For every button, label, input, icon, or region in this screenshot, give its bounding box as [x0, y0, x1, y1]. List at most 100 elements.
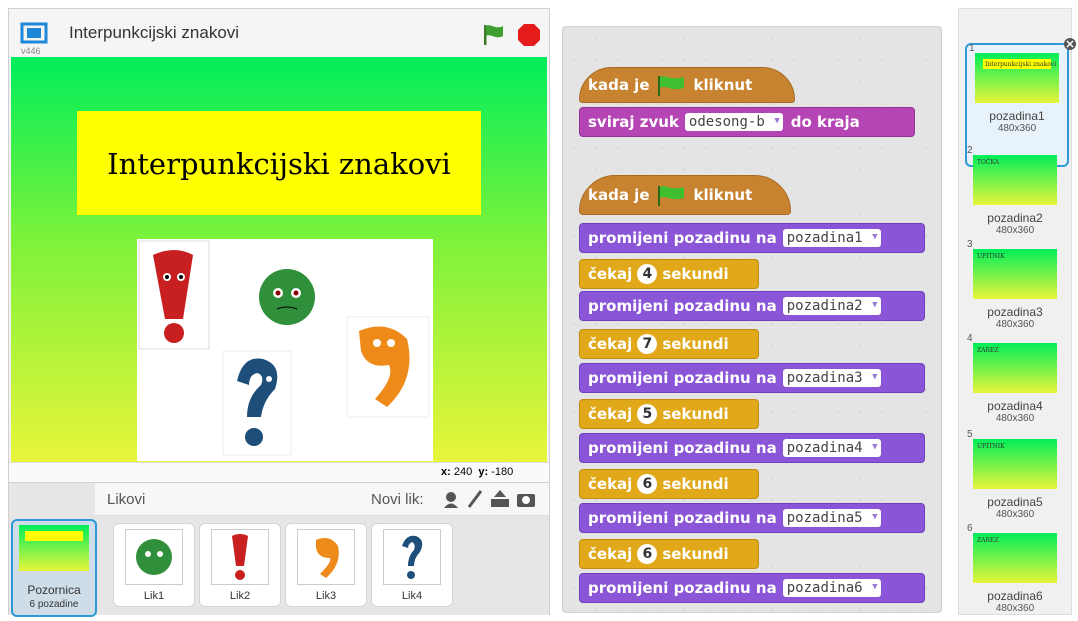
backdrop-size: 480x360 [995, 509, 1035, 520]
stage-card-sub: 6 pozadine [29, 599, 79, 610]
backdrop-dropdown[interactable]: pozadina3 [782, 369, 881, 387]
backdrop-dropdown[interactable]: pozadina2 [782, 297, 881, 315]
backdrop-index: 2 [967, 145, 973, 156]
mouse-coordinates: x: 240 y: -180 [9, 462, 549, 483]
backdrop-index: 3 [967, 239, 973, 250]
backdrop-index: 6 [967, 523, 973, 534]
stage-header: v446 Interpunkcijski znakovi [9, 9, 549, 57]
backdrop-dropdown[interactable]: pozadina6 [782, 579, 881, 597]
backdrop-thumb-text: ZAREZ [977, 347, 999, 354]
green-flag-icon[interactable] [481, 23, 507, 47]
wait-seconds-block[interactable]: čekaj 6 sekundi [579, 469, 759, 499]
backdrop-name: pozadina4 [987, 399, 1043, 413]
sprite-name: Lik4 [401, 590, 423, 602]
block-text: sekundi [662, 265, 729, 283]
green-flag-icon [657, 76, 684, 96]
backdrop-thumb: ZAREZ [973, 343, 1057, 393]
backdrop-item[interactable]: 3 UPITNIK pozadina3 480x360 [965, 239, 1065, 337]
x-value: 240 [453, 466, 473, 478]
seconds-input[interactable]: 5 [637, 404, 658, 424]
green-flag-icon [657, 186, 684, 206]
block-text: promijeni pozadinu na [588, 579, 777, 597]
seconds-input[interactable]: 6 [637, 474, 658, 494]
new-sprite-label: Novi lik: [371, 491, 424, 508]
stop-icon[interactable] [517, 23, 541, 47]
stage-canvas[interactable]: Interpunkcijski znakovi [11, 57, 547, 462]
stage-title-box: Interpunkcijski znakovi [77, 111, 481, 215]
stage-thumb-image [19, 525, 89, 571]
backdrop-item[interactable]: 4 ZAREZ pozadina4 480x360 [965, 333, 1065, 431]
block-text: čekaj [588, 335, 633, 353]
camera-icon[interactable] [515, 489, 537, 509]
paintbrush-icon[interactable] [465, 489, 485, 509]
stage-title-text: Interpunkcijski znakovi [107, 147, 451, 181]
sprite-name: Lik2 [229, 590, 251, 602]
upload-icon[interactable] [489, 489, 511, 509]
block-text: promijeni pozadinu na [588, 369, 777, 387]
paint-sprite-from-library-icon[interactable] [441, 489, 461, 509]
backdrop-size: 480x360 [995, 413, 1035, 424]
sound-dropdown[interactable]: odesong-b [684, 113, 783, 131]
backdrop-size: 480x360 [995, 319, 1035, 330]
backdrop-name: pozadina6 [987, 589, 1043, 603]
block-text: promijeni pozadinu na [588, 439, 777, 457]
backdrop-dropdown[interactable]: pozadina1 [782, 229, 881, 247]
block-text: čekaj [588, 405, 633, 423]
backdrop-item[interactable]: 2 TOČKA pozadina2 480x360 [965, 145, 1065, 243]
switch-backdrop-block[interactable]: promijeni pozadinu na pozadina1 [579, 223, 925, 253]
backdrop-thumb-text: UPITNIK [977, 443, 1005, 450]
when-flag-clicked-block[interactable]: kada je kliknut [579, 67, 795, 103]
wait-seconds-block[interactable]: čekaj 7 sekundi [579, 329, 759, 359]
backdrop-dropdown[interactable]: pozadina4 [782, 439, 881, 457]
block-text: do kraja [790, 113, 860, 131]
block-text: sekundi [662, 405, 729, 423]
switch-backdrop-block[interactable]: promijeni pozadinu na pozadina2 [579, 291, 925, 321]
backdrop-thumb: Interpunkcijski znakovi [975, 53, 1059, 103]
backdrop-size: 480x360 [995, 225, 1035, 236]
when-flag-clicked-block[interactable]: kada je kliknut [579, 175, 791, 215]
switch-backdrop-block[interactable]: promijeni pozadinu na pozadina3 [579, 363, 925, 393]
delete-icon[interactable] [1063, 37, 1077, 51]
switch-backdrop-block[interactable]: promijeni pozadinu na pozadina6 [579, 573, 925, 603]
wait-seconds-block[interactable]: čekaj 5 sekundi [579, 399, 759, 429]
seconds-input[interactable]: 6 [637, 544, 658, 564]
sprite-card-lik4[interactable]: Lik4 [371, 523, 453, 607]
backdrop-thumb-text: TOČKA [977, 159, 1000, 166]
y-value: -180 [491, 466, 514, 478]
sprite-card-lik2[interactable]: Lik2 [199, 523, 281, 607]
block-text: promijeni pozadinu na [588, 509, 777, 527]
block-text: kliknut [693, 76, 753, 94]
fullscreen-icon[interactable] [19, 21, 49, 45]
script-area[interactable]: kada je kliknut sviraj zvuk odesong-b do… [562, 26, 942, 613]
backdrop-name: pozadina3 [987, 305, 1043, 319]
seconds-input[interactable]: 7 [637, 334, 658, 354]
stage-picture [137, 239, 433, 461]
seconds-input[interactable]: 4 [637, 264, 658, 284]
version-label: v446 [21, 46, 41, 56]
sprites-label: Likovi [107, 491, 146, 508]
block-text: sviraj zvuk [588, 113, 679, 131]
backdrop-size: 480x360 [995, 603, 1035, 614]
wait-seconds-block[interactable]: čekaj 4 sekundi [579, 259, 759, 289]
sprite-card-lik3[interactable]: Lik3 [285, 523, 367, 607]
block-text: promijeni pozadinu na [588, 229, 777, 247]
switch-backdrop-block[interactable]: promijeni pozadinu na pozadina5 [579, 503, 925, 533]
backdrop-name: pozadina5 [987, 495, 1043, 509]
backdrop-name: pozadina1 [989, 109, 1045, 123]
block-text: kliknut [693, 186, 753, 204]
y-label: y: [478, 466, 489, 478]
backdrop-item[interactable]: 5 UPITNIK pozadina5 480x360 [965, 429, 1065, 527]
play-sound-until-done-block[interactable]: sviraj zvuk odesong-b do kraja [579, 107, 915, 137]
switch-backdrop-block[interactable]: promijeni pozadinu na pozadina4 [579, 433, 925, 463]
backdrop-size: 480x360 [997, 123, 1037, 134]
backdrop-dropdown[interactable]: pozadina5 [782, 509, 881, 527]
x-label: x: [441, 466, 451, 478]
project-title[interactable]: Interpunkcijski znakovi [69, 23, 239, 43]
backdrop-item[interactable]: 6 ZAREZ pozadina6 480x360 [965, 523, 1065, 621]
backdrop-thumb: TOČKA [973, 155, 1057, 205]
wait-seconds-block[interactable]: čekaj 6 sekundi [579, 539, 759, 569]
sprite-card-lik1[interactable]: Lik1 [113, 523, 195, 607]
stage-thumbnail[interactable]: Pozornica 6 pozadine [11, 519, 97, 617]
backdrop-index: 5 [967, 429, 973, 440]
block-text: čekaj [588, 265, 633, 283]
